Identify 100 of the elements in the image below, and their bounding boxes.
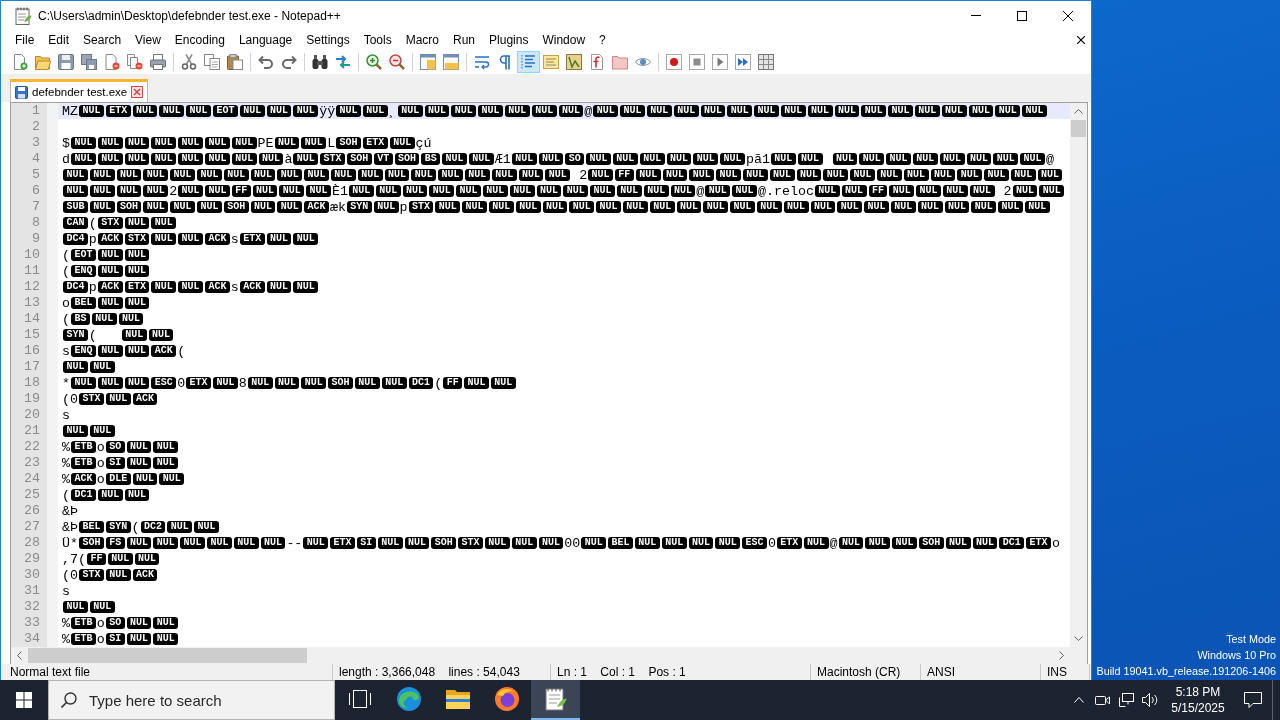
line-number: 25 — [24, 487, 40, 503]
search-icon — [61, 692, 77, 708]
code-line: NUL NUL NUL NUL NUL NUL NUL NUL NUL NUL NUL NUL NUL NUL NUL NUL NUL NUL NUL 2 NUL FF NUL NUL NUL NUL NUL NUL NUL NUL NUL NUL NUL NUL NUL NUL NUL NUL — [62, 167, 1064, 183]
menu-item[interactable]: Edit — [41, 31, 77, 49]
menu-item[interactable]: Search — [76, 31, 129, 49]
line-number: 16 — [24, 343, 40, 359]
line-number: 13 — [24, 295, 40, 311]
line-number: 28 — [24, 535, 40, 551]
code-line: % ETB o SO NUL NUL — [62, 615, 180, 631]
volume-icon — [1142, 693, 1158, 707]
menu-item[interactable]: Window — [535, 31, 593, 49]
code-line: DC4 p ACK ETX NUL NUL ACK s ACK NUL NUL — [62, 279, 320, 295]
line-number: 22 — [24, 439, 40, 455]
code-line: s ENQ NUL NUL ACK ( — [62, 343, 186, 359]
menu-item[interactable]: Tools — [356, 31, 399, 49]
menu-item[interactable]: ? — [592, 31, 613, 49]
status-text: INS — [1047, 665, 1067, 679]
line-number: 23 — [24, 455, 40, 471]
code-line: ,7( FF NUL NUL — [62, 551, 161, 567]
menu-item[interactable]: Plugins — [482, 31, 536, 49]
fast-forward-icon — [735, 54, 751, 70]
code-line: % ETB o SI NUL NUL — [62, 631, 180, 647]
desktop-notice-text: Test Mode — [1226, 632, 1276, 647]
function-list-icon — [589, 54, 605, 70]
line-number: 27 — [24, 519, 40, 535]
desktop-notice-text: Build 19041.vb_release.191206-1406 — [1096, 664, 1276, 679]
play-icon — [712, 54, 728, 70]
menu-item[interactable]: Run — [446, 31, 483, 49]
code-line: % ETB o SI NUL NUL — [62, 455, 180, 471]
maximize-icon — [1017, 10, 1027, 21]
desktop-notice-text: Windows 10 Pro — [1197, 648, 1276, 663]
indent-guide-icon — [520, 54, 536, 70]
scrollbar-thumb[interactable] — [1071, 120, 1086, 137]
code-line: SYN ( NUL NUL — [62, 327, 175, 343]
code-line: CAN ( STX NUL NUL — [62, 215, 178, 231]
line-number: 26 — [24, 503, 40, 519]
menu-item[interactable]: Settings — [299, 31, 357, 49]
code-line: s — [62, 407, 70, 423]
code-line: NUL NUL — [62, 359, 116, 375]
code-line: s — [62, 583, 70, 599]
binoculars-icon — [312, 54, 328, 70]
round-logo-icon — [494, 687, 519, 711]
taskbar-clock[interactable]: 5:18 PM 5/15/2025 — [1162, 680, 1234, 720]
line-number: 6 — [32, 183, 40, 199]
code-line: % ACK o DLE NUL NUL — [62, 471, 186, 487]
menu-item[interactable]: File — [8, 31, 42, 49]
chevron-up-icon — [1074, 697, 1084, 703]
line-number: 12 — [24, 279, 40, 295]
stop-icon — [689, 54, 705, 70]
swirl-logo-icon — [396, 687, 421, 711]
close-files-icon — [127, 54, 143, 70]
menu-item[interactable]: Language — [231, 31, 300, 49]
map-icon — [566, 54, 582, 70]
file-tab[interactable]: defebnder test.exe — [10, 79, 149, 102]
scrollbar-thumb[interactable] — [28, 648, 307, 663]
windows-logo-icon — [16, 692, 32, 708]
line-number: 31 — [24, 583, 40, 599]
zoom-out-icon — [389, 54, 405, 70]
code-line: ( DC1 NUL NUL — [62, 487, 151, 503]
line-number: 8 — [32, 215, 40, 231]
line-number: 34 — [24, 631, 40, 647]
code-line: NUL NUL — [62, 423, 116, 439]
code-line: &Þ — [62, 503, 78, 519]
notepad-icon — [15, 6, 32, 25]
line-number: 20 — [24, 407, 40, 423]
taskbar-button[interactable] — [531, 680, 580, 720]
floppy-disks-icon — [81, 54, 97, 70]
code-line: DC4 p ACK STX NUL NUL ACK s ETX NUL NUL — [62, 231, 320, 247]
folder-icon — [445, 689, 470, 709]
status-text: length : 3,366,048 lines : 54,043 — [339, 665, 520, 679]
line-number: 24 — [24, 471, 40, 487]
menu-item[interactable]: View — [128, 31, 168, 49]
word-wrap-icon — [474, 54, 490, 70]
menu-item[interactable]: Macro — [398, 31, 446, 49]
line-number: 15 — [24, 327, 40, 343]
code-line: ( EOT NUL NUL — [62, 247, 151, 263]
menu-item[interactable]: Encoding — [167, 31, 232, 49]
replace-icon — [335, 54, 351, 70]
code-line: NUL NUL — [62, 599, 116, 615]
code-line: &Þ BEL SYN ( DC2 NUL NUL — [62, 519, 220, 535]
copy-icon — [204, 54, 220, 70]
line-number: 33 — [24, 615, 40, 631]
close-document-button[interactable] — [1075, 34, 1087, 46]
line-number: 10 — [24, 247, 40, 263]
line-number: 11 — [24, 263, 40, 279]
line-number: 9 — [32, 231, 40, 247]
close-icon — [1077, 36, 1085, 44]
line-number: 2 — [32, 119, 40, 135]
network-icon — [1118, 693, 1134, 707]
vertical-scrollbar[interactable] — [1070, 103, 1087, 647]
code-line: ( BS NUL NUL — [62, 311, 145, 327]
undo-icon — [258, 54, 274, 70]
search-field[interactable]: Type here to search — [48, 680, 335, 720]
window-icon — [443, 54, 459, 70]
status-text: Normal text file — [10, 665, 91, 679]
printer-icon — [150, 54, 166, 70]
folder-icon — [612, 54, 628, 70]
close-icon — [1063, 10, 1073, 21]
new-file-icon — [12, 54, 28, 70]
line-number: 19 — [24, 391, 40, 407]
